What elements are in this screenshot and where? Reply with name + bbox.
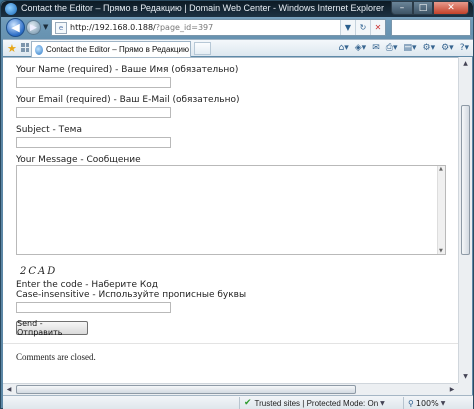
url-text[interactable]: http://192.168.0.188/?page_id=397 <box>70 23 213 32</box>
stop-icon: ✕ <box>374 23 382 32</box>
scroll-right-icon[interactable]: ▶ <box>446 384 458 395</box>
safety-icon[interactable]: ⚙▾ <box>423 42 436 54</box>
zone-text: Trusted sites | Protected Mode: On <box>254 398 379 408</box>
command-icons: ⌂▾ ◈▾ ✉ ⎙▾ ▤▾ ⚙▾ ⚙▾ ?▾ <box>339 42 469 54</box>
address-dropdown-button[interactable]: ▼ <box>340 20 355 35</box>
stop-button[interactable]: ✕ <box>370 20 385 35</box>
chevron-down-icon[interactable]: ▼ <box>439 248 443 254</box>
mail-icon[interactable]: ✉ <box>372 42 380 54</box>
tab-label: Contact the Editor – Прямо в Редакцию | … <box>46 45 190 54</box>
message-label: Your Message - Сообщение <box>16 155 141 165</box>
minimize-button[interactable]: – <box>391 1 413 15</box>
scroll-up-icon[interactable]: ▲ <box>459 57 472 70</box>
name-label: Your Name (required) - Ваше Имя (обязате… <box>16 65 239 75</box>
status-bar: ✔ Trusted sites | Protected Mode: On ▼ ⚲… <box>3 395 473 409</box>
maximize-button[interactable]: □ <box>413 1 433 15</box>
command-bar: ★ Contact the Editor – Прямо в Редакцию … <box>3 39 473 57</box>
horizontal-scroll-thumb[interactable] <box>16 385 356 394</box>
back-button[interactable]: ◀ <box>6 18 25 37</box>
chevron-down-icon: ▼ <box>344 23 352 32</box>
zoom-control[interactable]: ⚲ 100% ▼ <box>403 397 445 409</box>
forward-button[interactable]: ▶ <box>26 20 41 35</box>
arrow-right-icon: ▶ <box>30 22 37 33</box>
comments-closed-text: Comments are closed. <box>16 352 96 362</box>
navigation-bar: ◀ ▶ ▼ e http://192.168.0.188/?page_id=39… <box>1 17 473 39</box>
star-icon[interactable]: ★ <box>7 42 17 55</box>
window-controls: – □ ✕ <box>391 1 469 15</box>
vertical-scrollbar[interactable]: ▲ ▼ <box>458 57 472 383</box>
captcha-image: 2CAD <box>20 266 58 277</box>
ie-logo-icon <box>5 3 17 15</box>
recent-pages-dropdown[interactable]: ▼ <box>43 23 48 31</box>
divider <box>3 343 458 344</box>
search-input[interactable] <box>391 19 471 36</box>
scroll-down-icon[interactable]: ▼ <box>459 370 472 383</box>
arrow-left-icon: ◀ <box>11 21 20 34</box>
chevron-up-icon[interactable]: ▲ <box>439 166 443 172</box>
horizontal-scrollbar[interactable]: ◀ ▶ <box>3 383 458 395</box>
subject-input[interactable] <box>16 137 171 148</box>
scroll-left-icon[interactable]: ◀ <box>3 384 15 395</box>
url-path: ?page_id=397 <box>155 23 214 32</box>
tab-page-icon <box>35 44 44 55</box>
security-zone[interactable]: ✔ Trusted sites | Protected Mode: On ▼ <box>239 397 385 409</box>
close-button[interactable]: ✕ <box>433 1 469 15</box>
case-label: Case-insensitive - Используйте прописные… <box>16 290 247 300</box>
subject-label: Subject - Тема <box>16 125 82 135</box>
print-icon[interactable]: ⎙▾ <box>386 42 398 54</box>
help-icon[interactable]: ?▾ <box>460 42 469 54</box>
magnifier-icon: ⚲ <box>408 398 414 408</box>
window-title: Contact the Editor – Прямо в Редакцию | … <box>21 3 385 13</box>
captcha-code-input[interactable] <box>16 302 171 313</box>
code-label: Enter the code - Наберите Код <box>16 280 159 290</box>
tools-icon[interactable]: ⚙▾ <box>441 42 454 54</box>
home-icon[interactable]: ⌂▾ <box>339 42 349 54</box>
url-host: http://192.168.0.188/ <box>70 23 156 32</box>
email-label: Your Email (required) - Ваш E-Mail (обяз… <box>16 95 240 105</box>
tab-contact-the-editor[interactable]: Contact the Editor – Прямо в Редакцию | … <box>31 41 191 57</box>
chevron-down-icon[interactable]: ▼ <box>380 400 385 407</box>
scrollbar-corner <box>458 383 472 395</box>
message-textarea[interactable]: ▲ ▼ <box>16 165 446 255</box>
browser-window: Contact the Editor – Прямо в Редакцию | … <box>0 0 474 409</box>
page-icon: e <box>55 21 67 34</box>
new-tab-button[interactable] <box>194 42 211 55</box>
textarea-scrollbar[interactable]: ▲ ▼ <box>437 166 445 254</box>
address-bar[interactable]: e http://192.168.0.188/?page_id=397 ▼ ↻ … <box>51 19 386 36</box>
name-input[interactable] <box>16 77 171 88</box>
checkmark-icon: ✔ <box>244 398 252 408</box>
zoom-level: 100% <box>415 398 439 408</box>
email-input[interactable] <box>16 107 171 118</box>
quick-tabs-icon[interactable] <box>21 43 29 52</box>
title-bar: Contact the Editor – Прямо в Редакцию | … <box>1 1 473 17</box>
refresh-button[interactable]: ↻ <box>355 20 370 35</box>
page-menu-icon[interactable]: ▤▾ <box>403 42 416 54</box>
send-button[interactable]: Send - Отправить <box>16 319 88 337</box>
refresh-icon: ↻ <box>359 23 367 32</box>
vertical-scroll-thumb[interactable] <box>461 105 470 255</box>
feeds-icon[interactable]: ◈▾ <box>355 42 366 54</box>
page-content: Your Name (required) - Ваше Имя (обязате… <box>3 57 458 383</box>
chevron-down-icon[interactable]: ▼ <box>441 400 446 407</box>
